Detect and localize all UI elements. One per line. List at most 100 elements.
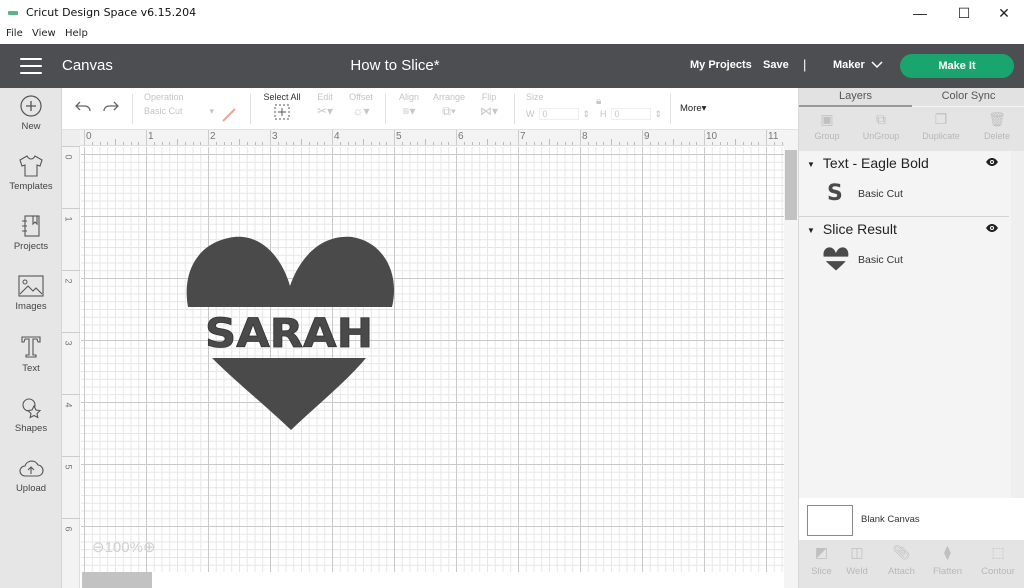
ruler-minor-tick [254, 142, 256, 145]
heart-layer-thumbnail-icon [823, 247, 849, 271]
horizontal-scrollbar-thumb[interactable] [82, 572, 152, 588]
design-canvas[interactable]: 0 1 2 3 4 5 6 7 8 9 10 11 0 1 2 3 4 5 6 SARAH ⊖100%⊕ [62, 130, 798, 588]
minimize-button[interactable]: — [898, 0, 942, 26]
ruler-horizontal: 0 1 2 3 4 5 6 7 8 9 10 11 [62, 130, 798, 146]
width-label: W [526, 109, 535, 119]
sidebar-item-text[interactable]: Text [0, 334, 62, 394]
ruler-minor-tick [363, 139, 364, 145]
sidebar-item-images[interactable]: Images [0, 274, 62, 334]
ruler-minor-tick [293, 142, 295, 145]
ruler-tick [456, 130, 457, 146]
make-it-button[interactable]: Make It [900, 54, 1014, 78]
operation-select[interactable]: Basic Cut ▾ [144, 106, 214, 117]
ruler-vertical: 0 1 2 3 4 5 6 [62, 130, 80, 588]
layer-group[interactable]: ▼ Slice Result Basic Cut [799, 217, 1009, 277]
sidebar-item-upload[interactable]: Upload [0, 458, 62, 518]
caret-down-icon[interactable]: ▼ [807, 226, 815, 235]
sidebar-item-templates[interactable]: Templates [0, 154, 62, 214]
redo-icon[interactable] [102, 100, 120, 119]
chevron-down-icon[interactable] [871, 58, 883, 72]
flatten-button[interactable]: ⧫ Flatten [925, 544, 970, 577]
size-group: Size [526, 92, 544, 102]
undo-icon[interactable] [74, 100, 92, 119]
ruler-tick-label: 11 [768, 131, 779, 142]
align-button[interactable]: Align ≡▾ [396, 92, 422, 120]
zoom-out-icon[interactable]: ⊖ [92, 539, 105, 556]
attach-button[interactable]: 📎︎ Attach [879, 544, 924, 577]
sidebar-item-projects[interactable]: Projects [0, 214, 62, 274]
ruler-tick-label: 5 [396, 131, 402, 142]
text-icon [21, 336, 41, 358]
cloud-upload-icon [19, 460, 44, 477]
vertical-scrollbar-thumb[interactable] [785, 150, 797, 220]
duplicate-button[interactable]: ❐ Duplicate [913, 111, 969, 141]
tab-color-sync[interactable]: Color Sync [912, 90, 1024, 102]
zoom-control[interactable]: ⊖100%⊕ [92, 538, 156, 556]
vertical-scrollbar[interactable] [784, 130, 798, 588]
left-sidebar: New Templates Projects Images Text Shape… [0, 88, 62, 588]
offset-button[interactable]: Offset ☼▾ [346, 92, 376, 120]
eye-icon[interactable] [985, 157, 999, 170]
blank-canvas-row[interactable]: Blank Canvas [799, 498, 1024, 540]
height-stepper[interactable]: ⇕ [655, 109, 663, 120]
ruler-minor-tick [130, 142, 132, 145]
ruler-minor-tick [401, 142, 403, 145]
select-all-button[interactable]: Select All [262, 92, 302, 125]
layer-header[interactable]: ▼ Slice Result [807, 221, 897, 237]
edit-button[interactable]: Edit ✂▾ [312, 92, 338, 120]
tab-layers[interactable]: Layers [799, 90, 912, 102]
maximize-button[interactable]: ☐ [942, 0, 986, 26]
ruler-minor-tick [665, 142, 667, 145]
menu-help[interactable]: Help [65, 28, 88, 39]
contour-button[interactable]: ⬚ Contour [973, 544, 1023, 577]
ruler-tick [766, 130, 767, 146]
ruler-tick-label: 5 [63, 464, 74, 470]
edit-label: Edit [317, 92, 333, 102]
eye-icon[interactable] [985, 223, 999, 236]
arrange-button[interactable]: Arrange ⧉▾ [432, 92, 466, 120]
layer-group[interactable]: ▼ Text - Eagle Bold S Basic Cut [799, 151, 1009, 216]
ruler-minor-tick [595, 142, 597, 145]
width-field[interactable]: W 0 ⇕ [526, 108, 590, 120]
sidebar-label: Text [22, 363, 40, 374]
more-button[interactable]: More▾ [680, 103, 706, 114]
lock-icon[interactable]: 🔒︎ [596, 96, 601, 107]
menu-view[interactable]: View [32, 28, 56, 39]
heart-slice-design[interactable]: SARAH [186, 234, 396, 434]
menu-file[interactable]: File [6, 28, 23, 39]
height-field[interactable]: H 0 ⇕ [600, 108, 662, 120]
ruler-tick-label: 4 [63, 402, 74, 408]
operation-group: Operation Basic Cut ▾ [144, 92, 214, 117]
ruler-minor-tick [611, 139, 612, 145]
sidebar-item-new[interactable]: New [0, 94, 62, 154]
delete-button[interactable]: 🗑︎ Delete [969, 111, 1024, 141]
flip-button[interactable]: Flip ⋈▾ [476, 92, 502, 120]
ruler-tick [704, 130, 705, 146]
ungroup-button[interactable]: ⧉ UnGroup [851, 111, 911, 141]
linetype-swatch-icon[interactable] [222, 108, 236, 127]
weld-button[interactable]: ◫ Weld [835, 544, 879, 577]
height-input[interactable]: 0 [610, 108, 651, 120]
ruler-minor-tick [425, 139, 426, 145]
width-input[interactable]: 0 [538, 108, 579, 120]
zoom-in-icon[interactable]: ⊕ [143, 539, 156, 556]
ruler-minor-tick [463, 142, 465, 145]
close-button[interactable]: ✕ [982, 0, 1024, 26]
layers-scrollbar[interactable] [1011, 151, 1024, 506]
ruler-minor-tick [122, 142, 124, 145]
ruler-minor-tick [750, 142, 752, 145]
sidebar-item-shapes[interactable]: Shapes [0, 396, 62, 456]
canvas-swatch[interactable] [807, 505, 853, 536]
layer-header[interactable]: ▼ Text - Eagle Bold [807, 155, 929, 171]
save-link[interactable]: Save [763, 59, 789, 71]
machine-select[interactable]: Maker [833, 59, 865, 71]
my-projects-link[interactable]: My Projects [690, 59, 752, 71]
group-button[interactable]: ▣ Group [799, 111, 855, 141]
caret-down-icon[interactable]: ▼ [807, 160, 815, 169]
ruler-minor-tick [417, 142, 419, 145]
width-stepper[interactable]: ⇕ [583, 109, 591, 120]
ruler-minor-tick [115, 139, 116, 145]
ruler-minor-tick [192, 142, 194, 145]
ruler-minor-tick [696, 142, 698, 145]
ruler-minor-tick [91, 142, 93, 145]
